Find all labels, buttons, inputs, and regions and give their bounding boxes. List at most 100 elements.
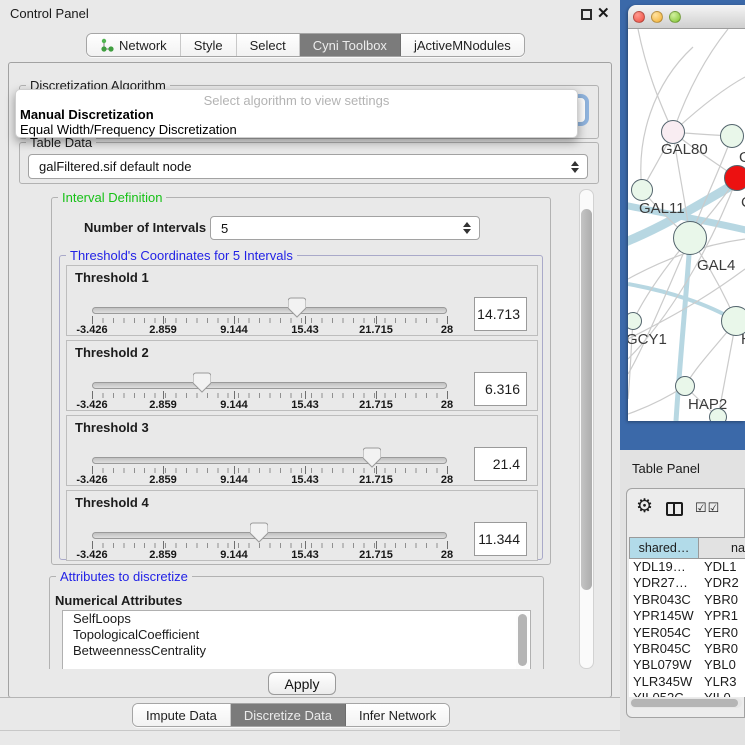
slider-major-tick [234,541,235,549]
cell-name: YER0 [699,625,745,641]
cell-name: YIL0 [699,690,745,697]
threshold-slider[interactable] [92,457,447,464]
horizontal-scrollbar-thumb[interactable] [631,699,738,707]
table-header-row: shared… na [629,537,745,559]
tab-discretize-data[interactable]: Discretize Data [231,704,346,726]
table-row[interactable]: YPR145WYPR1 [629,608,745,624]
number-of-intervals-combobox[interactable]: 5 [210,216,480,240]
slider-major-tick [447,541,448,549]
column-header-shared[interactable]: shared… [629,537,699,559]
tab-style[interactable]: Style [181,34,237,56]
network-node[interactable] [709,408,727,421]
table-row[interactable]: YLR345WYLR3 [629,674,745,690]
slider-thumb[interactable] [363,447,381,468]
slider-major-tick [92,466,93,474]
slider-tick-label: 21.715 [359,324,393,336]
tab-cyni-toolbox[interactable]: Cyni Toolbox [300,34,401,56]
control-panel: Control Panel ✕ Network Style Select [0,0,620,745]
algorithm-option-equal-width[interactable]: Equal Width/Frequency Discretization [20,122,237,137]
vertical-scrollbar-thumb[interactable] [581,209,592,590]
slider-major-tick [163,466,164,474]
cell-name: YBR0 [699,641,745,657]
network-canvas[interactable]: GAL80GACGAL11GAL4GCY1HHAP2 [628,29,745,421]
slider-tick-label: 21.715 [359,399,393,411]
table-row[interactable]: YDL19…YDL1 [629,559,745,575]
slider-major-tick [447,316,448,324]
attribute-list-item[interactable]: TopologicalCoefficient [63,627,530,643]
split-column-icon[interactable] [666,502,683,516]
network-node[interactable] [724,165,745,191]
table-row[interactable]: YIL052CYIL0 [629,690,745,697]
cell-name: YBR0 [699,592,745,608]
slider-tick-label: 2.859 [149,324,177,336]
threshold-slider[interactable] [92,382,447,389]
table-row[interactable]: YDR27…YDR2 [629,575,745,591]
slider-tick-label: -3.426 [76,399,107,411]
attribute-list-item[interactable]: BetweennessCentrality [63,643,530,659]
attribute-list-item[interactable]: SelfLoops [63,611,530,627]
tab-cyni-toolbox-label: Cyni Toolbox [313,38,387,53]
table-row[interactable]: YER054CYER0 [629,625,745,641]
network-node-label: GA [739,149,745,166]
slider-major-tick [376,541,377,549]
table-row[interactable]: YBR043CYBR0 [629,592,745,608]
slider-major-tick [305,541,306,549]
cell-shared-name: YBL079W [629,657,699,673]
interval-definition-group: Interval Definition Number of Intervals … [51,197,551,565]
threshold-value-field[interactable]: 11.344 [474,522,527,556]
cell-shared-name: YBR043C [629,592,699,608]
cell-shared-name: YDL19… [629,559,699,575]
apply-button[interactable]: Apply [268,672,336,695]
tab-infer-network[interactable]: Infer Network [346,704,449,726]
threshold-value-field[interactable]: 14.713 [474,297,527,331]
vertical-scrollbar[interactable] [579,189,594,669]
tab-select[interactable]: Select [237,34,300,56]
slider-thumb[interactable] [250,522,268,543]
slider-tick-label: 15.43 [291,549,319,561]
float-window-icon[interactable] [581,9,592,20]
apply-button-label: Apply [284,676,319,692]
network-node[interactable] [675,376,695,396]
tab-network[interactable]: Network [87,34,181,56]
table-row[interactable]: YBR045CYBR0 [629,641,745,657]
minimize-traffic-light-icon[interactable] [651,11,663,23]
gear-icon[interactable]: ⚙ [636,497,653,516]
network-node[interactable] [720,124,744,148]
tab-jactivemnodules[interactable]: jActiveMNodules [401,34,524,56]
slider-major-tick [92,316,93,324]
network-node[interactable] [631,179,653,201]
checkbox-icons[interactable]: ☑☑ [695,500,720,516]
threshold-value-field[interactable]: 6.316 [474,372,527,406]
threshold-slider[interactable] [92,532,447,539]
numerical-attributes-list[interactable]: SelfLoopsTopologicalCoefficientBetweenne… [62,610,531,669]
slider-thumb[interactable] [193,372,211,393]
threshold-slider[interactable] [92,307,447,314]
network-window-titlebar[interactable] [628,5,745,29]
thresholds-group-label: Threshold's Coordinates for 5 Intervals [66,248,297,263]
tab-network-label: Network [119,38,167,53]
algorithm-option-manual[interactable]: Manual Discretization [20,107,154,122]
slider-tick-label: 2.859 [149,399,177,411]
slider-major-tick [163,316,164,324]
tab-impute-data[interactable]: Impute Data [133,704,231,726]
slider-major-tick [92,541,93,549]
horizontal-scrollbar[interactable] [630,698,742,708]
slider-major-tick [376,316,377,324]
network-node[interactable] [673,221,707,255]
column-header-name[interactable]: na [699,537,745,559]
close-traffic-light-icon[interactable] [633,11,645,23]
tab-impute-data-label: Impute Data [146,708,217,723]
cell-name: YLR3 [699,674,745,690]
zoom-traffic-light-icon[interactable] [669,11,681,23]
network-icon [100,38,114,52]
slider-major-tick [234,316,235,324]
slider-thumb[interactable] [288,297,306,318]
tab-infer-network-label: Infer Network [359,708,436,723]
table-row[interactable]: YBL079WYBL0 [629,657,745,673]
close-icon[interactable]: ✕ [597,4,610,22]
attributes-group-label: Attributes to discretize [56,569,192,584]
slider-tick-label: 9.144 [220,324,248,336]
threshold-value-field[interactable]: 21.4 [474,447,527,481]
table-data-combobox[interactable]: galFiltered.sif default node [28,154,588,179]
list-scrollbar[interactable] [516,612,529,669]
